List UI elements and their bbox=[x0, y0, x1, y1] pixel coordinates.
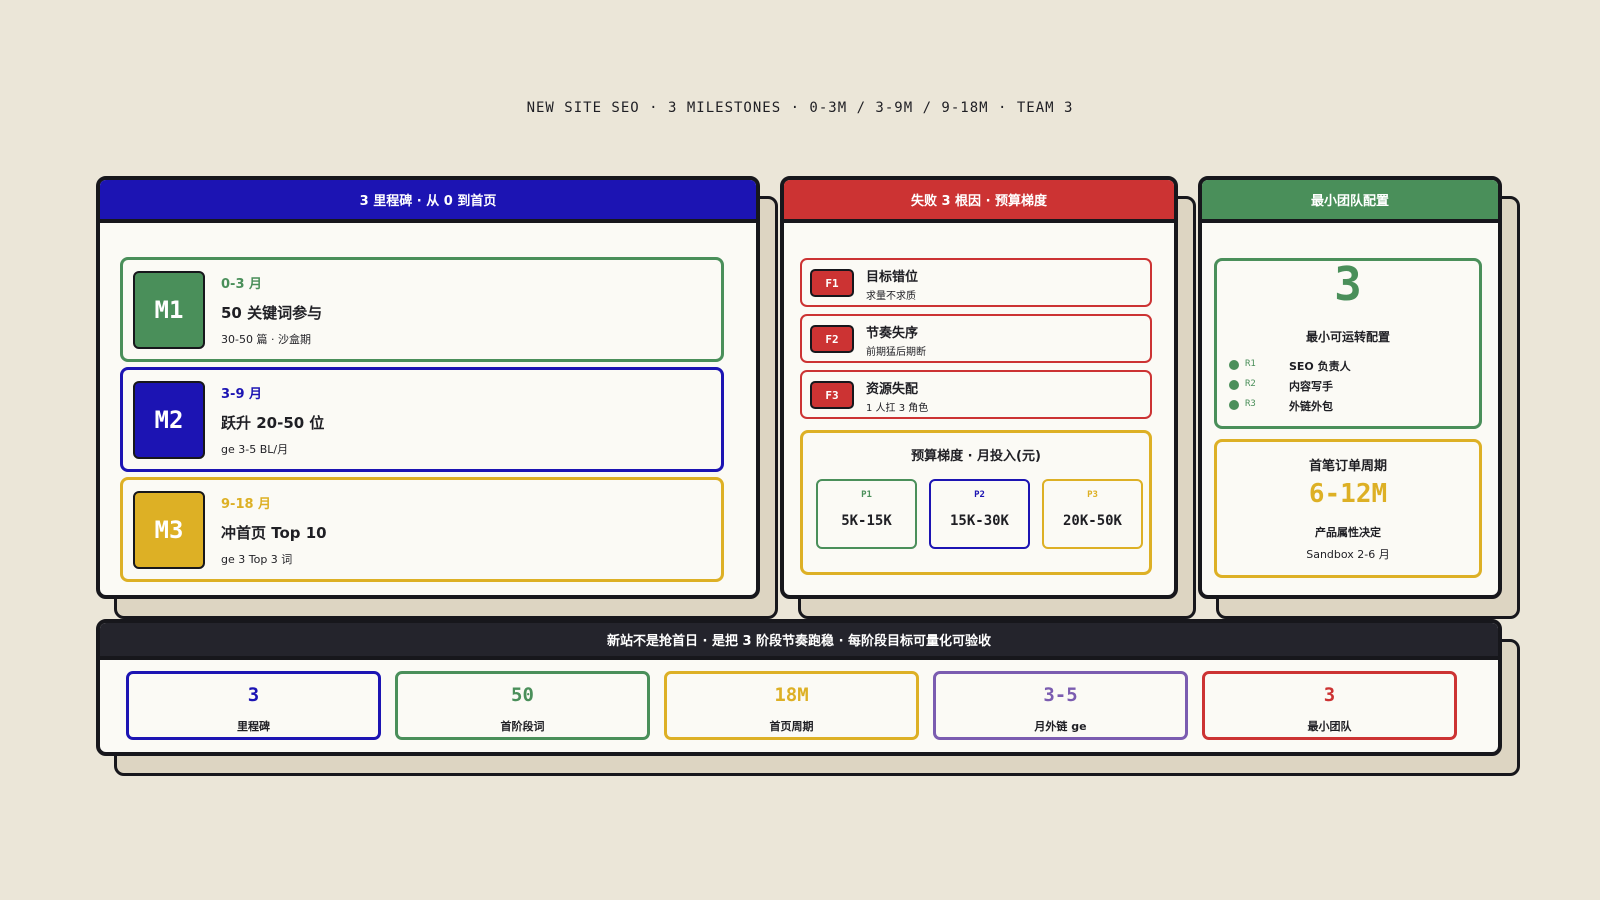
failure-title: 目标错位 bbox=[866, 270, 919, 285]
milestone-card-m1: M1 0-3 月 50 关键词参与 30-50 篇 · 沙盒期 bbox=[120, 257, 724, 362]
failure-title: 节奏失序 bbox=[866, 326, 919, 341]
role-name: SEO 负责人 bbox=[1289, 360, 1351, 373]
stat-label: 首阶段词 bbox=[500, 720, 545, 733]
milestone-sub: ge 3 Top 3 词 bbox=[221, 553, 293, 566]
milestones-header: 3 里程碑 · 从 0 到首页 bbox=[100, 180, 756, 223]
order-cycle-box: 首笔订单周期 6-12M 产品属性决定 Sandbox 2-6 月 bbox=[1214, 439, 1482, 578]
tier-value: 20K-50K bbox=[1062, 513, 1122, 529]
failure-panel: 失败 3 根因 · 预算梯度 F1 目标错位 求量不求质 F2 节奏失序 前期猛… bbox=[780, 176, 1196, 619]
failure-tag: F1 bbox=[810, 269, 854, 297]
tier-value: 15K-30K bbox=[949, 513, 1009, 529]
order-title: 首笔订单周期 bbox=[1308, 459, 1387, 474]
milestone-badge: M1 bbox=[133, 271, 205, 349]
summary-header: 新站不是抢首日 · 是把 3 阶段节奏跑稳 · 每阶段目标可量化可验收 bbox=[100, 623, 1498, 660]
failure-card: 失败 3 根因 · 预算梯度 F1 目标错位 求量不求质 F2 节奏失序 前期猛… bbox=[780, 176, 1178, 599]
role-label: R2 bbox=[1245, 379, 1256, 389]
role-name: 内容写手 bbox=[1289, 380, 1333, 393]
milestone-title: 跃升 20-50 位 bbox=[221, 414, 325, 432]
failure-item-f3: F3 资源失配 1 人扛 3 角色 bbox=[800, 370, 1152, 419]
budget-title: 预算梯度 · 月投入(元) bbox=[911, 449, 1041, 464]
summary-card: 新站不是抢首日 · 是把 3 阶段节奏跑稳 · 每阶段目标可量化可验收 3 里程… bbox=[96, 619, 1502, 756]
milestone-title: 冲首页 Top 10 bbox=[221, 524, 327, 542]
tier-value: 5K-15K bbox=[841, 513, 892, 529]
role-dot-icon bbox=[1229, 400, 1239, 410]
budget-tier-p3: P3 20K-50K bbox=[1042, 479, 1143, 549]
failure-tag: F3 bbox=[810, 381, 854, 409]
stat-value: 50 bbox=[511, 684, 534, 706]
milestone-card-m3: M3 9-18 月 冲首页 Top 10 ge 3 Top 3 词 bbox=[120, 477, 724, 582]
page-title: NEW SITE SEO · 3 MILESTONES · 0-3M / 3-9… bbox=[526, 100, 1074, 116]
stat-card-cycle: 18M 首页周期 bbox=[664, 671, 919, 740]
milestone-title: 50 关键词参与 bbox=[221, 304, 323, 322]
summary-panel: 新站不是抢首日 · 是把 3 阶段节奏跑稳 · 每阶段目标可量化可验收 3 里程… bbox=[96, 619, 1520, 776]
stat-card-backlinks: 3-5 月外链 ge bbox=[933, 671, 1188, 740]
milestones-panel: 3 里程碑 · 从 0 到首页 M1 0-3 月 50 关键词参与 30-50 … bbox=[96, 176, 778, 619]
stat-value: 3 bbox=[247, 684, 260, 706]
team-panel: 最小团队配置 3 最小可运转配置 R1 SEO 负责人 R2 内容写手 R3 外… bbox=[1198, 176, 1520, 619]
stat-value: 3 bbox=[1323, 684, 1336, 706]
milestone-badge: M3 bbox=[133, 491, 205, 569]
role-label: R3 bbox=[1245, 399, 1256, 409]
role-name: 外链外包 bbox=[1289, 400, 1333, 413]
role-dot-icon bbox=[1229, 380, 1239, 390]
team-box: 3 最小可运转配置 R1 SEO 负责人 R2 内容写手 R3 外链外包 bbox=[1214, 257, 1482, 429]
team-count: 3 bbox=[1334, 257, 1362, 311]
milestone-sub: 30-50 篇 · 沙盒期 bbox=[221, 333, 311, 346]
stat-label: 里程碑 bbox=[237, 720, 270, 733]
tier-label: P3 bbox=[1087, 490, 1098, 500]
order-note: 产品属性决定 bbox=[1315, 526, 1381, 539]
failure-sub: 1 人扛 3 角色 bbox=[866, 403, 929, 414]
budget-tier-p1: P1 5K-15K bbox=[816, 479, 917, 549]
milestone-range: 0-3 月 bbox=[221, 277, 263, 292]
order-note-sandbox: Sandbox 2-6 月 bbox=[1306, 548, 1390, 561]
milestone-range: 3-9 月 bbox=[221, 387, 263, 402]
stat-card-team: 3 最小团队 bbox=[1202, 671, 1457, 740]
team-caption: 最小可运转配置 bbox=[1305, 330, 1390, 344]
milestone-sub: ge 3-5 BL/月 bbox=[221, 443, 289, 456]
team-header: 最小团队配置 bbox=[1202, 180, 1498, 223]
stat-label: 最小团队 bbox=[1307, 720, 1352, 733]
milestone-range: 9-18 月 bbox=[221, 497, 272, 512]
failure-header: 失败 3 根因 · 预算梯度 bbox=[784, 180, 1174, 223]
milestones-card: 3 里程碑 · 从 0 到首页 M1 0-3 月 50 关键词参与 30-50 … bbox=[96, 176, 760, 599]
stat-card-milestones: 3 里程碑 bbox=[126, 671, 381, 740]
role-item-r3: R3 外链外包 bbox=[1229, 397, 1469, 413]
stat-label: 月外链 ge bbox=[1034, 720, 1087, 733]
failure-tag: F2 bbox=[810, 325, 854, 353]
role-dot-icon bbox=[1229, 360, 1239, 370]
failure-sub: 前期猛后期断 bbox=[866, 347, 926, 358]
failure-item-f1: F1 目标错位 求量不求质 bbox=[800, 258, 1152, 307]
failure-sub: 求量不求质 bbox=[866, 291, 916, 302]
stat-value: 3-5 bbox=[1043, 684, 1078, 706]
budget-tier-p2: P2 15K-30K bbox=[929, 479, 1030, 549]
milestone-badge: M2 bbox=[133, 381, 205, 459]
role-item-r2: R2 内容写手 bbox=[1229, 377, 1469, 393]
tier-label: P1 bbox=[861, 490, 872, 500]
failure-title: 资源失配 bbox=[866, 382, 919, 397]
tier-label: P2 bbox=[974, 490, 985, 500]
milestone-card-m2: M2 3-9 月 跃升 20-50 位 ge 3-5 BL/月 bbox=[120, 367, 724, 472]
stat-value: 18M bbox=[774, 684, 809, 706]
failure-item-f2: F2 节奏失序 前期猛后期断 bbox=[800, 314, 1152, 363]
role-label: R1 bbox=[1245, 359, 1256, 369]
stat-card-keywords: 50 首阶段词 bbox=[395, 671, 650, 740]
role-item-r1: R1 SEO 负责人 bbox=[1229, 357, 1469, 373]
team-card: 最小团队配置 3 最小可运转配置 R1 SEO 负责人 R2 内容写手 R3 外… bbox=[1198, 176, 1502, 599]
budget-box: 预算梯度 · 月投入(元) P1 5K-15K P2 15K-30K P3 20… bbox=[800, 430, 1152, 575]
stat-label: 首页周期 bbox=[769, 720, 814, 733]
order-value: 6-12M bbox=[1308, 479, 1388, 509]
